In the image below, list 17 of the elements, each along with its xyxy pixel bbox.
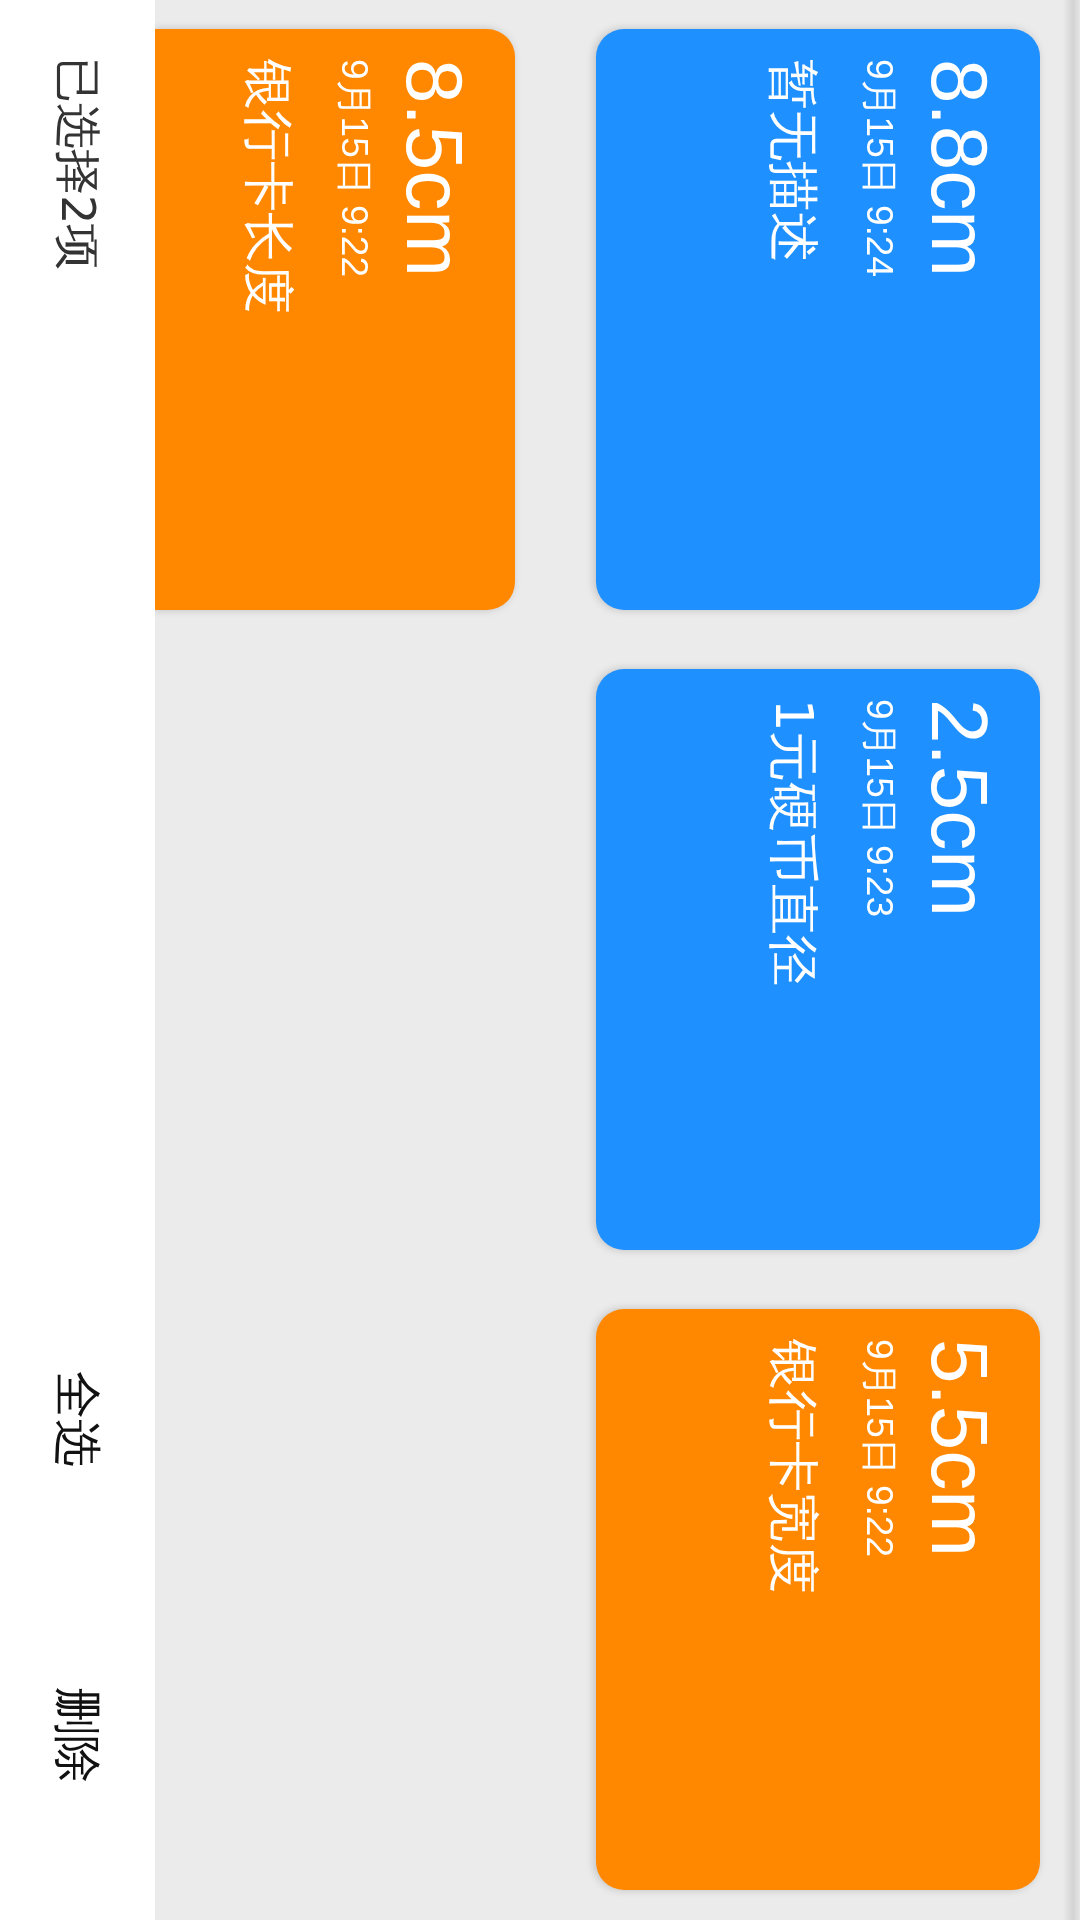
measurement-value: 2.5cm [915,699,1003,917]
measurement-description: 银行卡宽度 [763,1339,824,1594]
measurement-card[interactable]: 8.8cm 9月15日 9:24 暂无描述 [596,29,1040,610]
measurement-card[interactable]: 8.5cm 9月15日 9:22 银行卡长度 [155,29,515,610]
measurement-value: 5.5cm [915,1339,1003,1557]
measurement-value: 8.8cm [915,59,1003,277]
measurement-time: 9月15日 9:23 [858,699,901,918]
measurement-time: 9月15日 9:22 [333,59,376,278]
measurement-card[interactable]: 5.5cm 9月15日 9:22 银行卡宽度 [596,1309,1040,1890]
selection-count: 已选择2项 [50,57,107,271]
measurement-description: 1元硬币直径 [763,699,824,987]
measurement-time: 9月15日 9:22 [858,1339,901,1558]
measurement-card[interactable]: 2.5cm 9月15日 9:23 1元硬币直径 [596,669,1040,1250]
measurement-value: 8.5cm [390,59,478,277]
measurement-description: 暂无描述 [763,59,824,263]
measurement-description: 银行卡长度 [238,59,299,314]
measurement-time: 9月15日 9:24 [858,59,901,278]
